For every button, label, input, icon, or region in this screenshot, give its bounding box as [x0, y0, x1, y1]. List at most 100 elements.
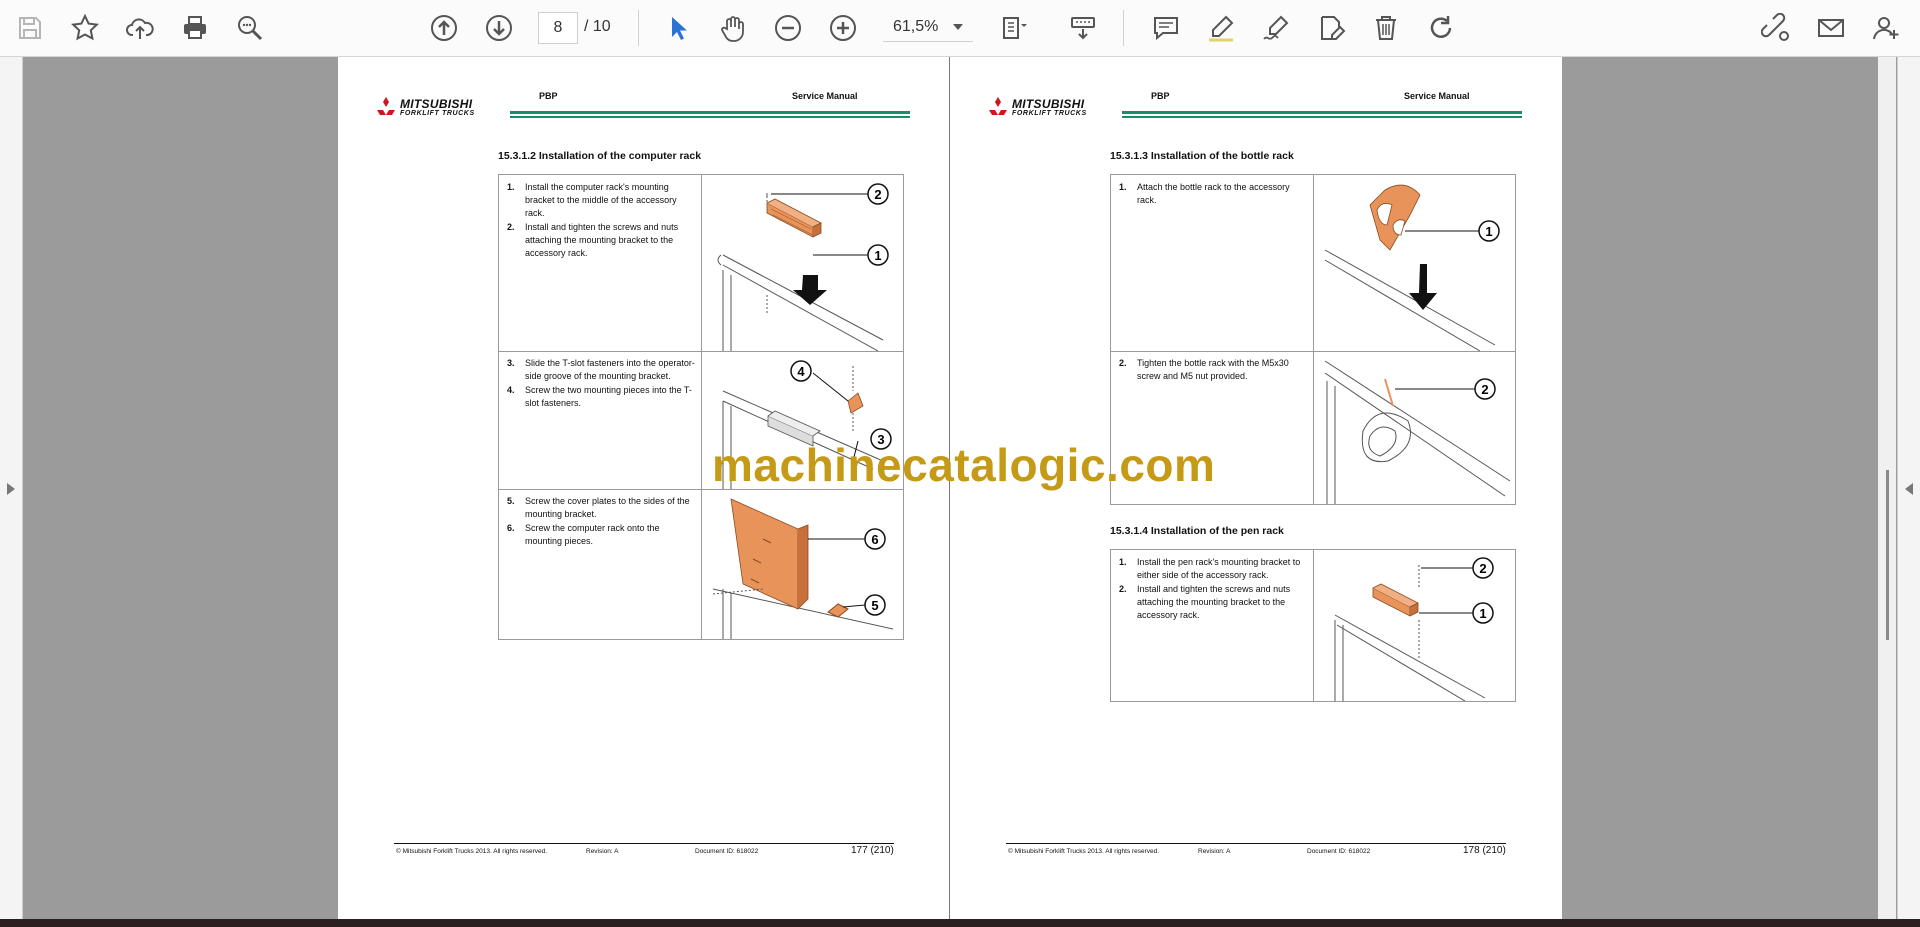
instruction-cell: 3. Slide the T-slot fasteners into the op… [499, 351, 702, 489]
step-item: 4. Screw the two mounting pieces into the… [507, 384, 695, 410]
step-item: 1. Install the computer rack's mounting b… [507, 181, 695, 220]
footer-rule [1006, 843, 1506, 844]
step-text: Install and tighten the screws and nuts … [1137, 584, 1291, 620]
step-text: Tighten the bottle rack with the M5x30 s… [1137, 358, 1289, 381]
step-text: Install the computer rack's mounting bra… [525, 182, 677, 218]
header-rule [1122, 116, 1522, 118]
step-text: Screw the cover plates to the sides of t… [525, 496, 690, 519]
step-item: 1. Attach the bottle rack to the accessor… [1119, 181, 1307, 207]
mitsubishi-logo-icon [377, 97, 395, 115]
footer-copyright: © Mitsubishi Forklift Trucks 2013. All r… [396, 848, 548, 855]
header-product: PBP [539, 91, 558, 101]
instruction-table: 1. Install the computer rack's mounting b… [498, 174, 904, 640]
callout-number: 2 [1479, 561, 1486, 576]
expand-right-icon[interactable] [1904, 482, 1914, 496]
step-item: 2. Install and tighten the screws and nut… [507, 221, 695, 260]
header-rule [510, 116, 910, 118]
zoom-in-icon[interactable] [825, 10, 861, 46]
expand-left-icon[interactable] [6, 482, 16, 496]
callout-number: 5 [871, 598, 878, 613]
toolbar-divider [638, 10, 639, 46]
comment-icon[interactable] [1148, 10, 1184, 46]
step-number: 1. [1119, 182, 1127, 192]
step-item: 5. Screw the cover plates to the sides of… [507, 495, 695, 521]
brand-subtitle: FORKLIFT TRUCKS [1012, 110, 1087, 117]
draw-sign-icon[interactable] [1258, 10, 1294, 46]
step-number: 5. [507, 496, 515, 506]
footer-revision: Revision: A [1198, 848, 1231, 855]
zoom-search-icon[interactable] [232, 10, 268, 46]
step-item: 2. Install and tighten the screws and nut… [1119, 583, 1307, 622]
section-title: 15.3.1.4 Installation of the pen rack [1110, 525, 1284, 537]
table-row: 1. Install the computer rack's mounting b… [499, 175, 903, 352]
step-text: Screw the two mounting pieces into the T… [525, 385, 692, 408]
toolbar: 8 / 10 61,5% [0, 0, 1920, 57]
rotate-icon[interactable] [1423, 10, 1459, 46]
cloud-upload-icon[interactable] [122, 10, 158, 46]
zoom-dropdown-icon[interactable] [953, 24, 963, 30]
email-icon[interactable] [1813, 10, 1849, 46]
instruction-cell: 1. Attach the bottle rack to the accessor… [1111, 175, 1314, 351]
step-number: 2. [1119, 358, 1127, 368]
instruction-table: 1. Install the pen rack's mounting bracke… [1110, 549, 1516, 702]
illustration-bottle-rack-tighten: 2 [1315, 351, 1515, 504]
instruction-cell: 5. Screw the cover plates to the sides of… [499, 489, 702, 639]
left-panel-toggle[interactable] [0, 57, 23, 919]
section-title: 15.3.1.2 Installation of the computer ra… [498, 150, 702, 162]
footer-copyright: © Mitsubishi Forklift Trucks 2013. All r… [1008, 848, 1160, 855]
scrollbar-thumb[interactable] [1886, 470, 1889, 640]
illustration-computer-bracket: 2 1 [703, 175, 903, 352]
save-icon[interactable] [12, 10, 48, 46]
next-page-icon[interactable] [481, 10, 517, 46]
instruction-cell: 1. Install the computer rack's mounting b… [499, 175, 702, 351]
footer-document-id: Document ID: 618022 [695, 848, 759, 855]
header-doc-type: Service Manual [1404, 91, 1470, 101]
taskbar-edge [0, 919, 1920, 927]
step-number: 3. [507, 358, 515, 368]
watermark-text: machinecatalogic.com [712, 439, 1216, 491]
share-link-icon[interactable] [1758, 10, 1794, 46]
callout-number: 1 [1479, 606, 1486, 621]
zoom-out-icon[interactable] [770, 10, 806, 46]
header-product: PBP [1151, 91, 1170, 101]
page-number-input[interactable]: 8 [538, 12, 578, 44]
hand-tool-icon[interactable] [715, 10, 751, 46]
step-item: 3. Slide the T-slot fasteners into the op… [507, 357, 695, 383]
callout-number: 6 [871, 532, 878, 547]
callout-number: 1 [1485, 224, 1492, 239]
highlight-pen-icon[interactable] [1203, 10, 1239, 46]
step-number: 2. [1119, 584, 1127, 594]
section-title: 15.3.1.3 Installation of the bottle rack [1110, 150, 1294, 162]
footer-page-number: 177 (210) [851, 845, 894, 856]
callout-number: 2 [874, 187, 881, 202]
page-fit-icon[interactable] [995, 10, 1031, 46]
previous-page-icon[interactable] [426, 10, 462, 46]
callout-number: 1 [874, 248, 881, 263]
step-number: 4. [507, 385, 515, 395]
table-row: 1. Attach the bottle rack to the accessor… [1111, 175, 1515, 352]
print-icon[interactable] [177, 10, 213, 46]
bookmark-star-icon[interactable] [67, 10, 103, 46]
step-text: Install the pen rack's mounting bracket … [1137, 557, 1301, 580]
illustration-bottle-rack: 1 [1315, 175, 1515, 352]
add-user-icon[interactable] [1868, 10, 1904, 46]
step-item: 6. Screw the computer rack onto the mount… [507, 522, 695, 548]
instruction-cell: 1. Install the pen rack's mounting bracke… [1111, 550, 1314, 701]
table-row: 5. Screw the cover plates to the sides of… [499, 489, 903, 639]
step-text: Install and tighten the screws and nuts … [525, 222, 679, 258]
table-row: 1. Install the pen rack's mounting bracke… [1111, 550, 1515, 702]
select-cursor-icon[interactable] [660, 10, 696, 46]
header-rule [510, 111, 910, 114]
right-panel-toggle[interactable] [1897, 57, 1920, 919]
brand-subtitle: FORKLIFT TRUCKS [400, 110, 475, 117]
step-text: Attach the bottle rack to the accessory … [1137, 182, 1290, 205]
fill-sign-icon[interactable] [1313, 10, 1349, 46]
brand-name: MITSUBISHI [1012, 97, 1085, 111]
step-item: 1. Install the pen rack's mounting bracke… [1119, 556, 1307, 582]
callout-number: 4 [797, 364, 805, 379]
keyboard-scroll-icon[interactable] [1065, 10, 1101, 46]
delete-trash-icon[interactable] [1368, 10, 1404, 46]
footer-rule [394, 843, 894, 844]
step-number: 1. [1119, 557, 1127, 567]
toolbar-divider [1123, 10, 1124, 46]
